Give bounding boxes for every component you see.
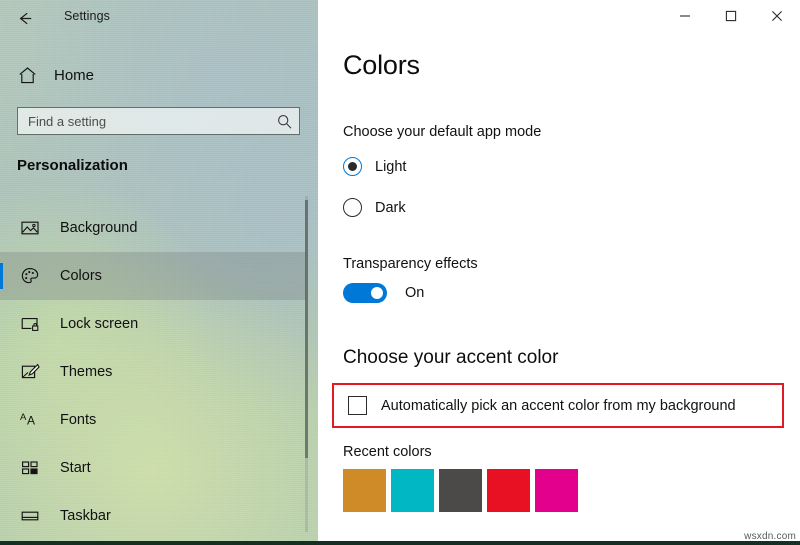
main-content: Colors Choose your default app mode Ligh… — [318, 0, 800, 545]
bottom-edge-strip — [0, 541, 800, 545]
lock-screen-icon — [11, 314, 49, 334]
sidebar-item-start[interactable]: Start — [0, 444, 306, 492]
section-title-personalization: Personalization — [17, 157, 128, 174]
auto-accent-label: Automatically pick an accent color from … — [381, 397, 736, 414]
svg-text:A: A — [27, 414, 35, 428]
sidebar-item-label: Lock screen — [60, 316, 139, 332]
app-mode-label: Choose your default app mode — [343, 124, 542, 140]
taskbar-icon — [11, 506, 49, 526]
sidebar-scrollbar-thumb[interactable] — [305, 200, 308, 458]
color-swatch-red[interactable] — [487, 469, 530, 512]
sidebar-item-taskbar[interactable]: Taskbar — [0, 492, 306, 540]
sidebar-item-lock-screen[interactable]: Lock screen — [0, 300, 306, 348]
maximize-button[interactable] — [708, 0, 754, 32]
toggle-knob — [371, 287, 383, 299]
start-tiles-icon — [11, 458, 49, 478]
sidebar-item-label: Colors — [60, 268, 102, 284]
radio-dark-indicator — [343, 198, 362, 217]
transparency-toggle[interactable] — [343, 283, 387, 303]
radio-light-dot — [348, 162, 357, 171]
auto-accent-highlight-box[interactable]: Automatically pick an accent color from … — [332, 383, 784, 428]
sidebar-item-label: Taskbar — [60, 508, 111, 524]
window-controls — [662, 0, 800, 32]
radio-dark[interactable]: Dark — [343, 198, 406, 217]
close-button[interactable] — [754, 0, 800, 32]
close-icon — [772, 11, 782, 21]
sidebar-item-fonts[interactable]: A A Fonts — [0, 396, 306, 444]
sidebar-item-label: Themes — [60, 364, 113, 380]
auto-accent-checkbox[interactable] — [348, 396, 367, 415]
radio-light-label: Light — [375, 158, 407, 175]
sidebar-item-themes[interactable]: Themes — [0, 348, 306, 396]
search-input[interactable] — [18, 108, 269, 134]
paintbrush-icon — [11, 362, 49, 382]
title-bar-left: Settings — [0, 0, 318, 35]
recent-colors-swatches — [343, 469, 578, 512]
sidebar-item-home[interactable]: Home — [0, 59, 300, 92]
minimize-button[interactable] — [662, 0, 708, 32]
fonts-aa-icon: A A — [11, 410, 49, 430]
sidebar-item-label: Background — [60, 220, 138, 236]
color-swatch-magenta[interactable] — [535, 469, 578, 512]
sidebar-item-colors[interactable]: Colors — [0, 252, 306, 300]
home-icon — [8, 65, 46, 86]
sidebar-item-background[interactable]: Background — [0, 204, 306, 252]
transparency-state-label: On — [405, 285, 425, 301]
maximize-icon — [725, 10, 737, 22]
accent-color-heading: Choose your accent color — [343, 347, 559, 368]
back-arrow-icon — [19, 12, 31, 24]
picture-icon — [11, 218, 49, 238]
color-swatch-cyan[interactable] — [391, 469, 434, 512]
svg-text:A: A — [20, 412, 27, 423]
color-swatch-dark-gray[interactable] — [439, 469, 482, 512]
sidebar-nav-list: Background Colors Lock screen Themes A A… — [0, 204, 306, 540]
search-box[interactable] — [17, 107, 300, 135]
radio-light[interactable]: Light — [343, 157, 406, 176]
settings-window: Settings Home Find a setting Personaliza… — [0, 0, 800, 545]
back-button[interactable] — [8, 4, 42, 32]
radio-light-indicator — [343, 157, 362, 176]
sidebar-item-label: Start — [60, 460, 91, 476]
color-swatch-orange[interactable] — [343, 469, 386, 512]
search-icon[interactable] — [269, 108, 299, 134]
minimize-icon — [680, 15, 690, 17]
palette-icon — [11, 266, 49, 286]
app-title: Settings — [64, 9, 110, 23]
home-label: Home — [54, 67, 95, 84]
sidebar-item-label: Fonts — [60, 412, 97, 428]
recent-colors-label: Recent colors — [343, 444, 432, 460]
page-title: Colors — [343, 50, 420, 80]
transparency-label: Transparency effects — [343, 256, 478, 272]
transparency-toggle-row[interactable]: On — [343, 283, 424, 303]
sidebar: Settings Home Find a setting Personaliza… — [0, 0, 318, 545]
radio-dark-label: Dark — [375, 199, 406, 216]
